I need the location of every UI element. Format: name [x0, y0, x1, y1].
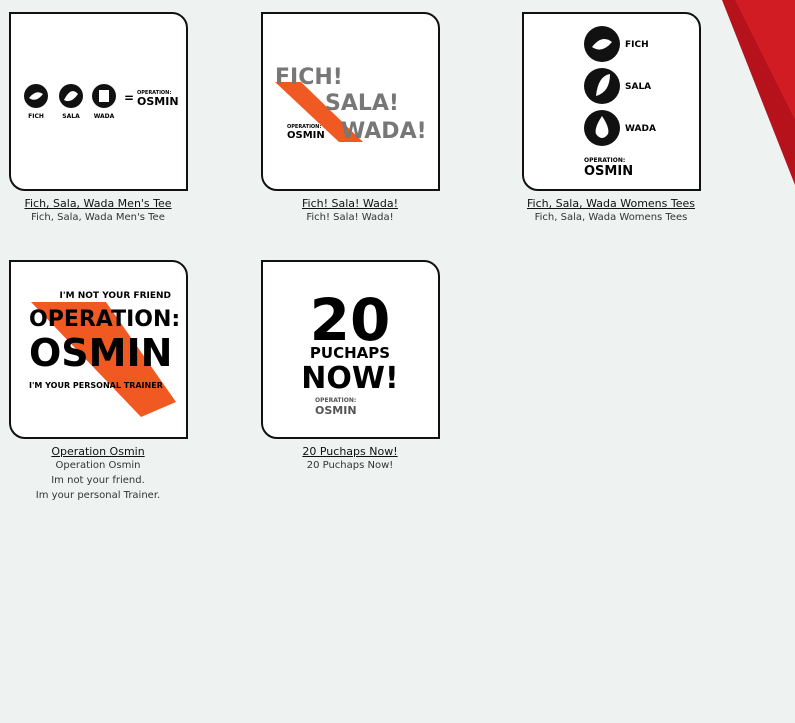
art-line2: SALA! [325, 91, 399, 116]
art-big2: OSMIN [29, 331, 172, 375]
product-description: Operation Osmin [55, 460, 141, 471]
brand-bottom: OSMIN [315, 404, 357, 417]
equals-sign: = [124, 91, 134, 105]
product-card: FICH! SALA! WADA! OPERATION: OSMIN Fich!… [260, 12, 440, 225]
product-title-link[interactable]: Fich! Sala! Wada! [260, 197, 440, 210]
product-title-link[interactable]: Fich, Sala, Wada Womens Tees [521, 197, 701, 210]
brand-top: OPERATION: [584, 157, 625, 164]
product-thumbnail[interactable]: FICH SALA WADA OPERATION: OSMIN [521, 12, 701, 191]
product-description: Im not your friend. [51, 475, 145, 486]
icon-label: SALA [625, 82, 651, 92]
product-card: I'M NOT YOUR FRIEND OPERATION: OSMIN I'M… [8, 260, 188, 503]
product-thumbnail[interactable]: FICH! SALA! WADA! OPERATION: OSMIN [260, 12, 440, 191]
art-bottom: I'M YOUR PERSONAL TRAINER [29, 381, 163, 390]
brand-top: OPERATION: [315, 397, 356, 404]
product-description: 20 Puchaps Now! [306, 460, 394, 471]
fish-icon [23, 84, 48, 108]
leaf-icon [58, 84, 83, 108]
fish-icon [583, 26, 620, 62]
icon-label: WADA [93, 113, 114, 120]
product-title-link[interactable]: 20 Puchaps Now! [260, 445, 440, 458]
art-big1: OPERATION: [29, 307, 180, 332]
icon-label: WADA [625, 124, 656, 134]
brand-bottom: OSMIN [584, 164, 633, 179]
product-card: 20 PUCHAPS NOW! OPERATION: OSMIN 20 Puch… [260, 260, 440, 473]
product-title-link[interactable]: Fich, Sala, Wada Men's Tee [8, 197, 188, 210]
product-description: Fich, Sala, Wada Womens Tees [534, 212, 688, 223]
product-card: FICH SALA WADA = OPERATION: OSMIN Fich, … [8, 12, 188, 225]
art-line1: FICH! [275, 65, 343, 90]
product-thumbnail[interactable]: I'M NOT YOUR FRIEND OPERATION: OSMIN I'M… [8, 260, 188, 439]
art-line1: PUCHAPS [309, 344, 389, 362]
icon-label: SALA [62, 113, 80, 120]
product-description: Fich! Sala! Wada! [306, 212, 394, 223]
cup-icon [91, 84, 116, 108]
icon-label: FICH [625, 40, 649, 50]
brand-bottom: OSMIN [287, 130, 325, 141]
product-title-link[interactable]: Operation Osmin [8, 445, 188, 458]
icon-label: FICH [28, 113, 44, 120]
product-description: Fich, Sala, Wada Men's Tee [31, 212, 165, 223]
product-thumbnail[interactable]: FICH SALA WADA = OPERATION: OSMIN [8, 12, 188, 191]
product-thumbnail[interactable]: 20 PUCHAPS NOW! OPERATION: OSMIN [260, 260, 440, 439]
leaf-icon [583, 68, 620, 104]
art-line3: WADA! [341, 119, 427, 144]
water-drop-icon [583, 110, 620, 146]
product-description: Im your personal Trainer. [35, 490, 161, 501]
product-card: FICH SALA WADA OPERATION: OSMIN Fich, Sa… [521, 12, 701, 225]
art-line2: NOW! [301, 361, 398, 396]
brand-bottom: OSMIN [137, 95, 179, 108]
art-top: I'M NOT YOUR FRIEND [59, 291, 170, 301]
